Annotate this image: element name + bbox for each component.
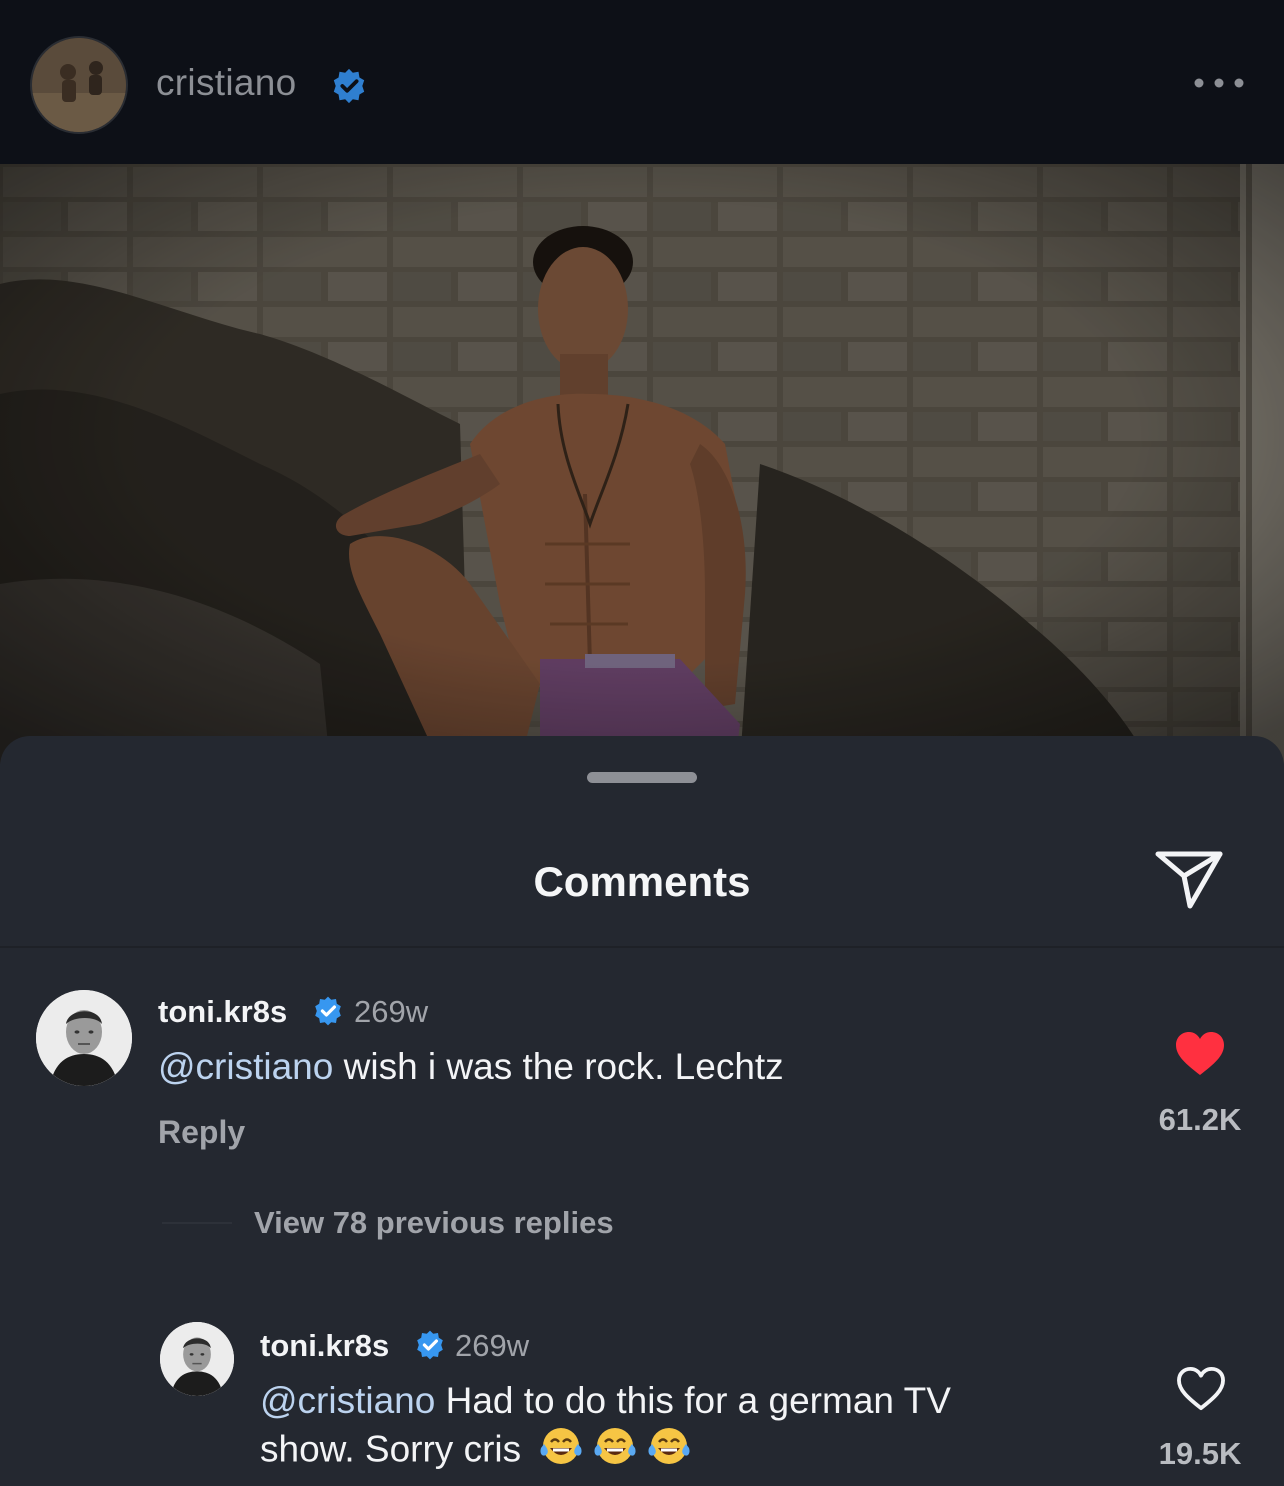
post-author-avatar[interactable] (32, 38, 126, 132)
reply-timestamp: 269w (455, 1328, 530, 1363)
verified-badge-icon (414, 1329, 446, 1366)
paper-plane-icon[interactable] (1154, 848, 1224, 910)
tears-of-joy-emoji-icon (537, 1424, 585, 1479)
post-header: cristiano (0, 0, 1284, 164)
sheet-drag-handle[interactable] (587, 772, 697, 783)
comment-username[interactable]: toni.kr8s (158, 994, 287, 1030)
verified-badge-icon (330, 67, 368, 110)
tears-of-joy-emoji-icon (645, 1424, 693, 1479)
heart-filled-icon[interactable] (1174, 1030, 1226, 1078)
verified-badge-icon (312, 995, 344, 1032)
heart-outline-icon[interactable] (1176, 1366, 1226, 1412)
comments-sheet: Comments toni.kr8s 269w @cristiano wish … (0, 736, 1284, 1486)
like-count: 61.2K (1158, 1102, 1242, 1137)
reply-username[interactable]: toni.kr8s (260, 1328, 389, 1364)
reply-mention[interactable]: @cristiano (260, 1380, 435, 1421)
comment-text: @cristiano wish i was the rock. Lechtz (158, 1044, 784, 1090)
reply-text: @cristiano Had to do this for a german T… (260, 1378, 951, 1479)
reply-avatar[interactable] (160, 1322, 234, 1396)
like-count: 19.5K (1158, 1436, 1242, 1471)
post-photo[interactable] (0, 164, 1284, 764)
commenter-avatar[interactable] (36, 990, 132, 1086)
comment-timestamp: 269w (354, 994, 429, 1029)
more-horizontal-icon[interactable] (1192, 74, 1246, 92)
reply-body-line1: Had to do this for a german TV (435, 1380, 951, 1421)
comments-title: Comments (533, 858, 751, 905)
comment-body: wish i was the rock. Lechtz (333, 1046, 784, 1087)
view-previous-replies-button[interactable]: View 78 previous replies (254, 1205, 614, 1241)
comment-mention[interactable]: @cristiano (158, 1046, 333, 1087)
post-author-username[interactable]: cristiano (156, 62, 296, 104)
replies-connector-line (162, 1222, 232, 1224)
reply-button[interactable]: Reply (158, 1114, 245, 1151)
reply-body-line2: show. Sorry cris (260, 1428, 522, 1470)
tears-of-joy-emoji-icon (591, 1424, 639, 1479)
sheet-divider (0, 946, 1284, 948)
